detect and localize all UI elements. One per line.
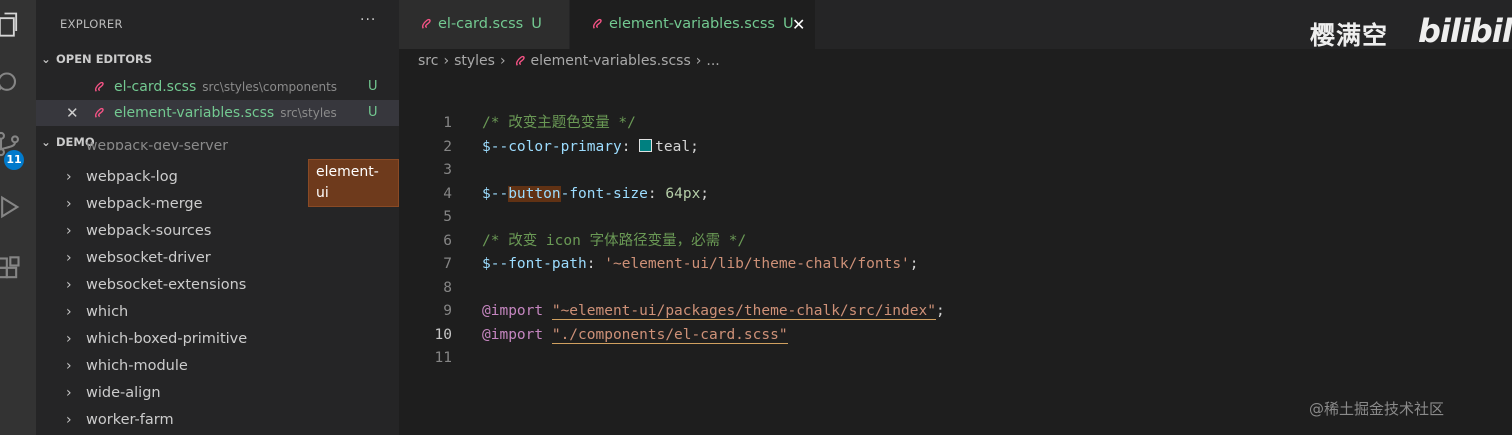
- run-debug-icon[interactable]: [0, 193, 22, 221]
- search-highlight: button: [508, 185, 561, 202]
- tree-item[interactable]: › which-module: [36, 353, 399, 380]
- open-editor-filename: el-card.scss src\styles\components: [114, 79, 338, 95]
- sass-file-icon: [590, 0, 604, 49]
- tab-element-variables[interactable]: element-variables.scss U ✕: [570, 0, 815, 49]
- line-number: 2: [443, 138, 452, 155]
- color-swatch-icon[interactable]: [639, 138, 653, 152]
- line-number: 5: [443, 209, 452, 225]
- code-line: 3: [399, 159, 1399, 183]
- hover-tooltip: element-ui: [308, 159, 399, 207]
- sass-file-icon: [419, 0, 433, 49]
- clipped-tree-item: webpack-dev-server: [86, 142, 229, 150]
- code-line: 11: [399, 347, 1399, 371]
- search-icon[interactable]: [0, 70, 22, 98]
- chevron-right-icon: ›: [443, 53, 450, 69]
- tree-item[interactable]: › websocket-driver: [36, 245, 399, 272]
- open-editor-el-card[interactable]: el-card.scss src\styles\components U: [36, 74, 399, 100]
- chevron-down-icon: ⌄: [41, 135, 51, 149]
- code-line: 2 $--color-primary: teal;: [399, 136, 1399, 160]
- activity-bar: 11: [0, 0, 36, 435]
- explorer-sidebar: EXPLORER ··· ⌄ OPEN EDITORS el-card.scss s…: [36, 0, 399, 435]
- code-text: @import "./components/el-card.scss": [482, 326, 788, 344]
- tree-item[interactable]: › wide-align: [36, 380, 399, 407]
- tree-item[interactable]: › which: [36, 299, 399, 326]
- line-number: 4: [443, 185, 452, 202]
- chevron-right-icon: ›: [66, 385, 72, 401]
- chevron-down-icon: ⌄: [41, 52, 51, 66]
- chevron-right-icon: ›: [66, 331, 72, 347]
- code-line: 7 $--font-path: '~element-ui/lib/theme-ch…: [399, 253, 1399, 277]
- extensions-icon[interactable]: [0, 255, 22, 283]
- chevron-right-icon: ›: [66, 169, 72, 185]
- more-actions-button[interactable]: ···: [360, 12, 376, 28]
- line-number: 9: [443, 303, 452, 319]
- untracked-badge: U: [531, 16, 542, 32]
- breadcrumb: src › styles › element-variables.scss ›...: [418, 50, 720, 72]
- code-line: 10 @import "./components/el-card.scss": [399, 324, 1399, 348]
- code-comment: /* 改变主题色变量 */: [482, 115, 636, 131]
- open-editor-element-variables[interactable]: ✕ element-variables.scss src\styles U: [36, 100, 399, 126]
- open-editors-label: OPEN EDITORS: [56, 52, 153, 66]
- line-number: 3: [443, 162, 452, 178]
- breadcrumb-symbol[interactable]: ...: [706, 53, 719, 69]
- open-editor-filename: element-variables.scss src\styles: [114, 105, 337, 121]
- import-path-link[interactable]: "~element-ui/packages/theme-chalk/src/in…: [551, 303, 936, 320]
- breadcrumb-file[interactable]: element-variables.scss: [531, 53, 691, 69]
- import-path-link[interactable]: "./components/el-card.scss": [551, 326, 788, 344]
- tab-label: el-card.scss U: [438, 16, 542, 32]
- code-line: 4 $--button-font-size: 64px;: [399, 183, 1399, 207]
- untracked-badge: U: [368, 105, 378, 120]
- close-tab-icon[interactable]: ✕: [792, 0, 805, 49]
- line-number: 1: [443, 115, 452, 131]
- chevron-right-icon: ›: [66, 358, 72, 374]
- breadcrumb-src[interactable]: src: [418, 53, 438, 69]
- chevron-right-icon: ›: [499, 53, 506, 69]
- chevron-right-icon: ›: [66, 277, 72, 293]
- open-editor-path: src\styles: [280, 106, 337, 120]
- line-number: 8: [443, 279, 452, 296]
- line-number: 11: [434, 350, 452, 366]
- breadcrumb-styles[interactable]: styles: [454, 53, 495, 69]
- chevron-right-icon: ›: [66, 412, 72, 428]
- tab-label: element-variables.scss U: [609, 16, 794, 32]
- code-text: $--font-path: '~element-ui/lib/theme-cha…: [482, 256, 919, 272]
- bilibili-logo: bilibili: [1418, 12, 1512, 50]
- code-text: @import "~element-ui/packages/theme-chal…: [482, 303, 945, 320]
- code-line: 5: [399, 206, 1399, 230]
- explorer-icon[interactable]: [0, 10, 22, 38]
- tree-item[interactable]: › which-boxed-primitive: [36, 326, 399, 353]
- code-line: 9 @import "~element-ui/packages/theme-cha…: [399, 300, 1399, 324]
- chevron-right-icon: ›: [66, 250, 72, 266]
- untracked-badge: U: [368, 79, 378, 94]
- chevron-right-icon: ›: [66, 223, 72, 239]
- code-line: 8: [399, 277, 1399, 301]
- open-editors-header[interactable]: ⌄ OPEN EDITORS: [36, 48, 152, 70]
- code-text: $--color-primary: teal;: [482, 138, 699, 155]
- footer-watermark: @稀土掘金技术社区: [1309, 400, 1445, 418]
- close-icon[interactable]: ✕: [66, 100, 79, 126]
- chevron-right-icon: ›: [66, 196, 72, 212]
- open-editor-path: src\styles\components: [202, 80, 338, 94]
- line-number: 7: [443, 256, 452, 272]
- explorer-title: EXPLORER: [60, 17, 123, 31]
- sass-file-icon: [513, 53, 527, 69]
- code-line: 1 /* 改变主题色变量 */: [399, 112, 1399, 136]
- tree-item[interactable]: › worker-farm: [36, 407, 399, 434]
- tree-item[interactable]: › webpack-sources: [36, 218, 399, 245]
- tree-item[interactable]: › websocket-extensions: [36, 272, 399, 299]
- watermark-text: 樱满空: [1310, 21, 1389, 50]
- source-control-badge: 11: [4, 150, 24, 170]
- code-line: 6 /* 改变 icon 字体路径变量，必需 */: [399, 230, 1399, 254]
- code-comment: /* 改变 icon 字体路径变量，必需 */: [482, 232, 747, 249]
- chevron-right-icon: ›: [66, 304, 72, 320]
- line-number: 10: [434, 326, 452, 343]
- sass-file-icon: [92, 74, 106, 100]
- tab-el-card[interactable]: el-card.scss U: [399, 0, 569, 49]
- code-text: $--button-font-size: 64px;: [482, 185, 710, 202]
- sass-file-icon: [92, 100, 106, 126]
- chevron-right-icon: ›: [695, 53, 702, 69]
- line-number: 6: [443, 232, 452, 249]
